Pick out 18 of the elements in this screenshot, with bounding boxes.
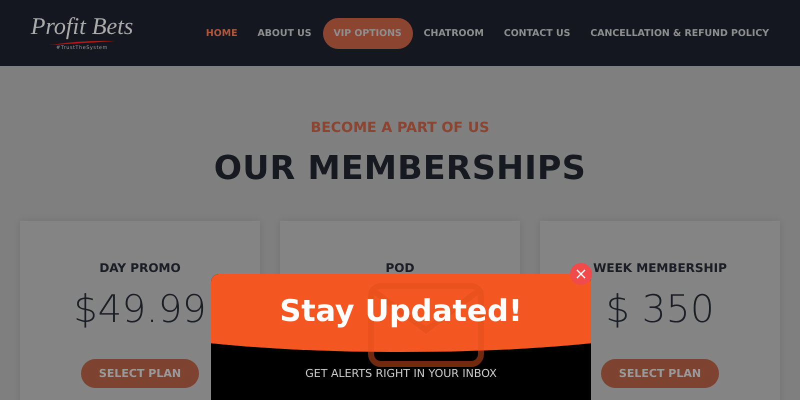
nav-link[interactable]: CHATROOM [414,18,493,48]
section-eyebrow: BECOME A PART OF US [310,120,490,136]
nav-pill-button[interactable]: VIP OPTIONS [322,18,413,48]
nav-link[interactable]: ABOUT US [248,18,320,48]
plan-name: POD [386,261,414,275]
plan-price: $49.99 [74,287,206,331]
plan-price: $ 350 [606,287,714,331]
select-plan-button[interactable]: SELECT PLAN [600,359,720,388]
popup-subtitle: GET ALERTS RIGHT IN YOUR INBOX [305,367,497,380]
select-plan-button[interactable]: SELECT PLAN [80,359,200,388]
plan-name: DAY PROMO [99,261,181,275]
popup-title: Stay Updated! [280,294,522,329]
nav-link[interactable]: CONTACT US [494,18,580,48]
plan-name: WEEK MEMBERSHIP [593,261,727,275]
section-title: OUR MEMBERSHIPS [214,148,586,187]
nav-link[interactable]: CANCELLATION & REFUND POLICY [581,18,778,48]
nav-link[interactable]: HOME [196,18,246,48]
logo-text: Profit Bets [30,15,134,39]
